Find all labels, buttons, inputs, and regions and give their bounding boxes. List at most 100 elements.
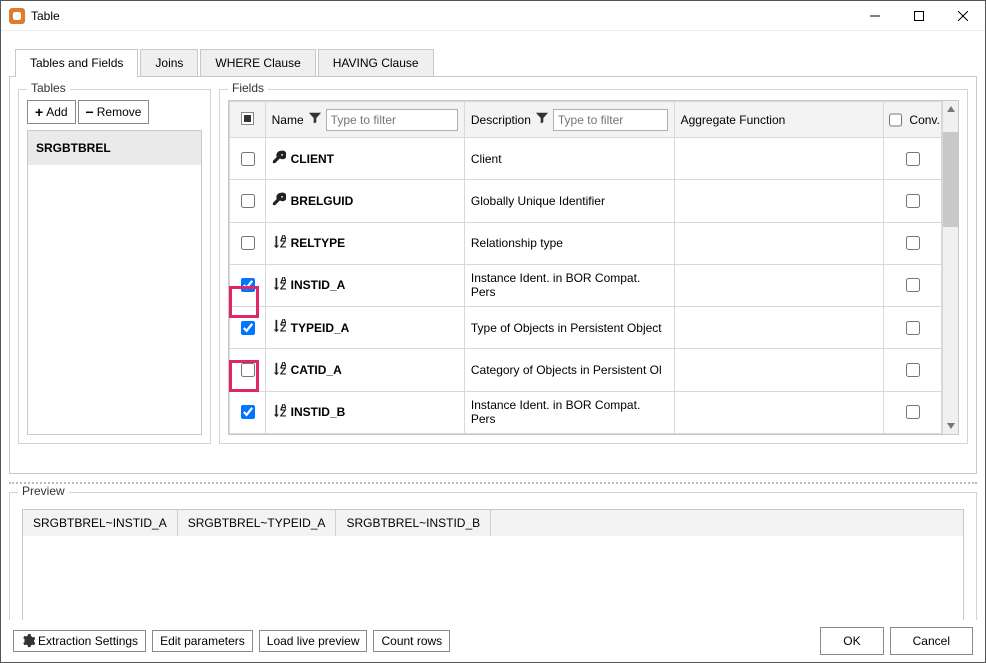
header-agg-label: Aggregate Function: [681, 113, 786, 127]
field-row: AZ INSTID_B Instance Ident. in BOR Compat.…: [230, 391, 942, 433]
app-icon: [9, 8, 25, 24]
key-icon: [272, 150, 286, 167]
scroll-up-icon: [946, 104, 956, 114]
field-conv-checkbox[interactable]: [906, 194, 920, 208]
filter-icon: [535, 111, 549, 128]
edit-parameters-button[interactable]: Edit parameters: [152, 630, 253, 652]
tab-tables-fields[interactable]: Tables and Fields: [15, 49, 138, 76]
field-agg-cell[interactable]: [674, 222, 884, 264]
titlebar: Table: [1, 1, 985, 31]
field-desc-label: Type of Objects in Persistent Object: [465, 321, 674, 335]
count-rows-button[interactable]: Count rows: [373, 630, 450, 652]
tab-label: Tables and Fields: [30, 56, 123, 70]
cancel-button[interactable]: Cancel: [890, 627, 973, 655]
splitter[interactable]: [9, 482, 977, 484]
sort-az-icon: AZ: [272, 404, 286, 421]
tables-legend: Tables: [27, 81, 70, 95]
extraction-settings-button[interactable]: Extraction Settings: [13, 630, 146, 652]
desc-filter-input[interactable]: [553, 109, 668, 131]
field-row-checkbox[interactable]: [241, 278, 255, 292]
field-agg-cell[interactable]: [674, 138, 884, 180]
close-button[interactable]: [941, 1, 985, 31]
tab-label: WHERE Clause: [215, 56, 300, 70]
header-name-label: Name: [272, 113, 304, 127]
table-item[interactable]: SRGBTBREL: [28, 131, 201, 165]
add-table-button[interactable]: + Add: [27, 100, 76, 124]
field-row: BRELGUIDGlobally Unique Identifier: [230, 180, 942, 222]
maximize-icon: [914, 11, 924, 21]
tab-strip: Tables and Fields Joins WHERE Clause HAV…: [1, 31, 985, 76]
field-desc-label: Globally Unique Identifier: [465, 194, 674, 208]
field-agg-cell[interactable]: [674, 349, 884, 391]
field-name-label: RELTYPE: [291, 236, 345, 250]
field-conv-checkbox[interactable]: [906, 236, 920, 250]
edit-params-label: Edit parameters: [160, 634, 245, 648]
tab-where[interactable]: WHERE Clause: [200, 49, 315, 76]
svg-text:Z: Z: [280, 407, 286, 418]
field-name-label: INSTID_A: [291, 278, 346, 292]
field-row-checkbox[interactable]: [241, 194, 255, 208]
field-row-checkbox-cell: [230, 264, 266, 306]
header-desc-label: Description: [471, 113, 531, 127]
field-agg-cell[interactable]: [674, 391, 884, 433]
field-row-checkbox[interactable]: [241, 321, 255, 335]
sort-az-icon: AZ: [272, 277, 286, 294]
field-row-checkbox[interactable]: [241, 152, 255, 166]
preview-col[interactable]: SRGBTBREL~TYPEID_A: [178, 510, 337, 536]
svg-text:Z: Z: [280, 365, 286, 376]
field-conv-checkbox[interactable]: [906, 405, 920, 419]
field-row-checkbox[interactable]: [241, 363, 255, 377]
cancel-label: Cancel: [913, 634, 950, 648]
preview-col-label: SRGBTBREL~INSTID_B: [346, 516, 480, 530]
fields-scrollbar[interactable]: [942, 101, 958, 434]
field-desc-label: Relationship type: [465, 236, 674, 250]
add-label: Add: [46, 105, 67, 119]
preview-col[interactable]: SRGBTBREL~INSTID_A: [23, 510, 178, 536]
bottombar: Extraction Settings Edit parameters Load…: [1, 620, 985, 662]
field-row-checkbox-cell: [230, 138, 266, 180]
load-preview-label: Load live preview: [267, 634, 360, 648]
field-agg-cell[interactable]: [674, 180, 884, 222]
field-row-checkbox-cell: [230, 307, 266, 349]
preview-col[interactable]: SRGBTBREL~INSTID_B: [336, 510, 491, 536]
field-conv-checkbox[interactable]: [906, 363, 920, 377]
field-row-checkbox-cell: [230, 391, 266, 433]
tab-label: HAVING Clause: [333, 56, 419, 70]
field-row-checkbox[interactable]: [241, 405, 255, 419]
name-filter-input[interactable]: [326, 109, 458, 131]
field-desc-label: Instance Ident. in BOR Compat. Pers: [465, 398, 674, 426]
remove-table-button[interactable]: − Remove: [78, 100, 150, 124]
minimize-icon: [870, 11, 880, 21]
extraction-settings-label: Extraction Settings: [38, 634, 138, 648]
header-select-all[interactable]: [230, 102, 266, 138]
field-conv-checkbox[interactable]: [906, 321, 920, 335]
svg-text:Z: Z: [280, 323, 286, 334]
table-item-label: SRGBTBREL: [36, 141, 111, 155]
field-name-label: INSTID_B: [291, 405, 346, 419]
load-live-preview-button[interactable]: Load live preview: [259, 630, 368, 652]
sort-az-icon: AZ: [272, 235, 286, 252]
window-title: Table: [31, 9, 60, 23]
field-agg-cell[interactable]: [674, 264, 884, 306]
field-desc-label: Client: [465, 152, 674, 166]
tab-having[interactable]: HAVING Clause: [318, 49, 434, 76]
scroll-down-icon: [946, 421, 956, 431]
maximize-button[interactable]: [897, 1, 941, 31]
scroll-thumb[interactable]: [943, 132, 958, 227]
field-name-label: CATID_A: [291, 363, 342, 377]
ok-button[interactable]: OK: [820, 627, 883, 655]
field-conv-checkbox[interactable]: [906, 152, 920, 166]
close-icon: [958, 11, 968, 21]
tables-list[interactable]: SRGBTBREL: [27, 130, 202, 435]
header-conv-checkbox[interactable]: [889, 113, 902, 127]
minimize-button[interactable]: [853, 1, 897, 31]
indeterminate-checkbox-icon: [241, 112, 254, 125]
field-row: AZCATID_ACategory of Objects in Persiste…: [230, 349, 942, 391]
svg-text:Z: Z: [280, 280, 286, 291]
tab-joins[interactable]: Joins: [140, 49, 198, 76]
field-row-checkbox[interactable]: [241, 236, 255, 250]
svg-text:Z: Z: [280, 238, 286, 249]
tables-panel: Tables + Add − Remove SRGBTBREL: [18, 89, 211, 444]
field-agg-cell[interactable]: [674, 307, 884, 349]
field-conv-checkbox[interactable]: [906, 278, 920, 292]
